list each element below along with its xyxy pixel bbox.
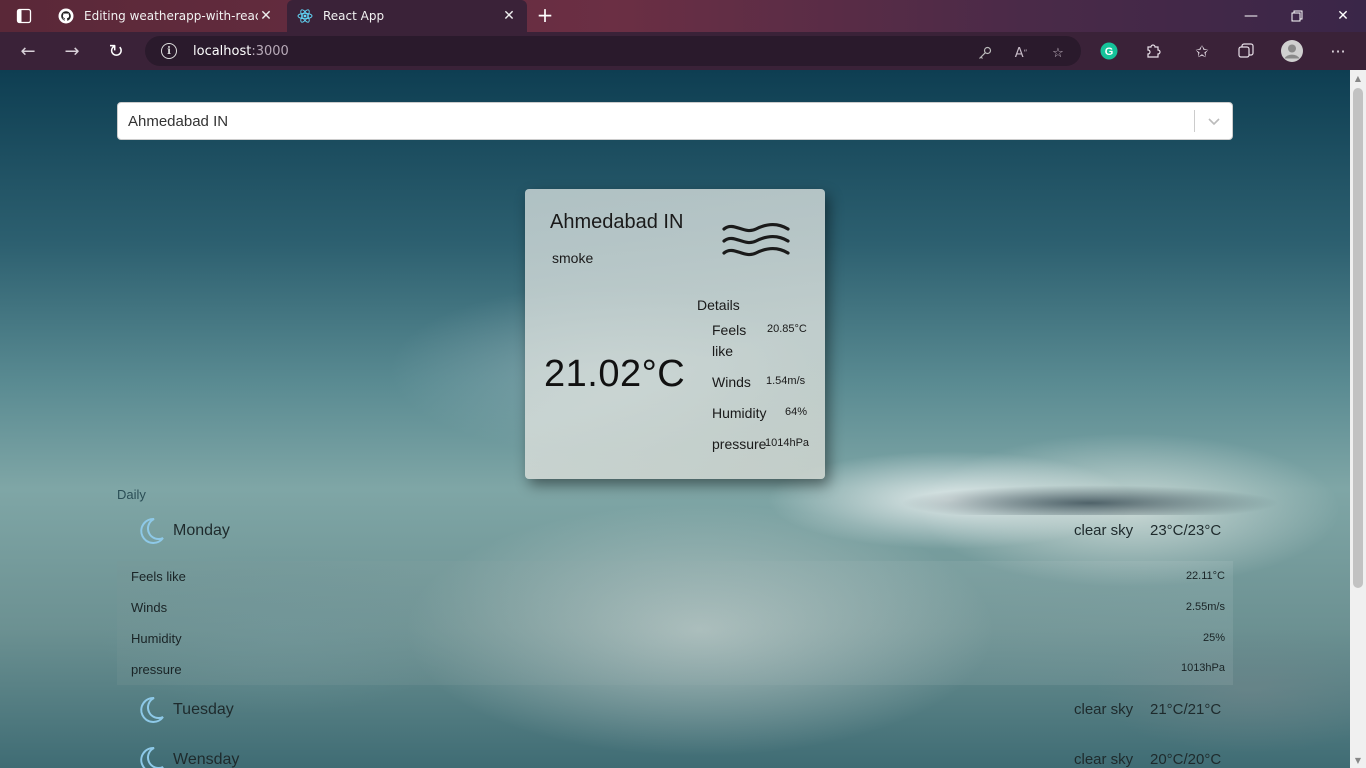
current-weather-card: Ahmedabad IN smoke 21.02°C Details Feels… (525, 189, 825, 479)
day-sky: clear sky (1074, 751, 1134, 768)
forward-arrow-icon: → (64, 40, 80, 62)
daily-detail-label-feels-like: Feels like (131, 569, 186, 584)
grammarly-icon: G (1100, 42, 1118, 60)
avatar-icon (1281, 40, 1303, 62)
daily-item-monday[interactable]: Monday clear sky 23°C/23°C (117, 511, 1233, 551)
close-window-button[interactable]: ✕ (1320, 0, 1366, 32)
close-icon: ✕ (1337, 8, 1349, 24)
extensions-button[interactable] (1141, 39, 1165, 63)
tab-actions-icon (16, 8, 32, 24)
daily-detail-label-humidity: Humidity (131, 631, 182, 646)
tab-title: Editing weatherapp-with-reactjs/ (84, 9, 258, 23)
tab-title: React App (323, 9, 385, 23)
restore-button[interactable] (1274, 0, 1320, 32)
scroll-up-icon[interactable]: ▲ (1350, 70, 1366, 86)
current-city: Ahmedabad IN (550, 211, 684, 233)
day-temp-range: 20°C/20°C (1150, 751, 1222, 768)
tab-github[interactable]: Editing weatherapp-with-reactjs/ ✕ (48, 0, 284, 32)
scroll-down-icon[interactable]: ▼ (1350, 752, 1366, 768)
day-name: Tuesday (173, 701, 234, 718)
svg-text:G: G (1105, 46, 1114, 58)
daily-heading: Daily (117, 487, 146, 502)
detail-value-feels-like: 20.85°C (767, 323, 807, 335)
daily-item-wensday[interactable]: Wensday clear sky 20°C/20°C (117, 740, 1233, 768)
day-name: Monday (173, 522, 230, 539)
current-temperature: 21.02°C (544, 353, 686, 395)
browser-toolbar: ← → ↻ i localhost:3000 Aʺ ☆ G ✩ ··· (0, 32, 1366, 70)
chevron-down-icon[interactable] (1195, 103, 1232, 139)
daily-detail-label-winds: Winds (131, 600, 168, 615)
key-icon[interactable] (975, 43, 995, 63)
close-tab-icon[interactable]: ✕ (258, 8, 274, 24)
detail-label-humidity: Humidity (712, 405, 767, 421)
more-options-icon: ··· (1330, 41, 1346, 61)
refresh-icon: ↻ (108, 40, 124, 62)
profile-button[interactable] (1280, 39, 1304, 63)
daily-detail-label-pressure: pressure (131, 662, 182, 677)
detail-label-feels-like: Feels like (712, 322, 747, 359)
day-sky: clear sky (1074, 701, 1134, 718)
day-name: Wensday (173, 751, 240, 768)
daily-detail-value-winds: 2.55m/s (1185, 601, 1225, 613)
daily-item-tuesday[interactable]: Tuesday clear sky 21°C/21°C (117, 690, 1233, 730)
minimize-icon: — (1244, 8, 1258, 24)
scrollbar-thumb[interactable] (1353, 88, 1363, 588)
add-favorite-icon[interactable]: ☆ (1048, 43, 1068, 63)
restore-icon (1291, 10, 1303, 22)
site-info-icon[interactable]: i (161, 43, 177, 59)
puzzle-icon (1147, 44, 1161, 58)
minimize-button[interactable]: — (1228, 0, 1274, 32)
new-tab-button[interactable]: + (533, 4, 557, 28)
url-text: localhost:3000 (193, 43, 289, 59)
address-bar[interactable]: i localhost:3000 Aʺ ☆ (145, 36, 1081, 66)
city-search-value: Ahmedabad IN (128, 112, 229, 130)
smoke-icon (721, 222, 791, 267)
day-temp-range: 21°C/21°C (1150, 701, 1222, 718)
moon-icon (137, 517, 165, 549)
daily-detail-value-humidity: 25% (1202, 632, 1225, 644)
detail-value-winds: 1.54m/s (766, 375, 806, 387)
browser-tab-bar: Editing weatherapp-with-reactjs/ ✕ React… (0, 0, 1366, 32)
current-description: smoke (552, 250, 594, 266)
city-search-select[interactable]: Ahmedabad IN (117, 102, 1233, 140)
back-button[interactable]: ← (14, 38, 42, 64)
tab-actions-button[interactable] (8, 4, 40, 28)
close-tab-icon[interactable]: ✕ (501, 8, 517, 24)
collections-button[interactable] (1234, 39, 1258, 63)
favorites-button[interactable]: ✩ (1190, 39, 1214, 63)
read-aloud-icon[interactable]: Aʺ (1011, 43, 1031, 63)
react-icon (297, 8, 313, 24)
grammarly-extension-button[interactable]: G (1097, 39, 1121, 63)
daily-details-panel: Feels like 22.11°C Winds 2.55m/s Humidit… (117, 561, 1233, 685)
detail-value-pressure: 1014hPa (765, 437, 810, 449)
moon-icon (137, 696, 165, 728)
tab-react-app[interactable]: React App ✕ (287, 0, 527, 32)
collections-icon (1238, 43, 1254, 58)
github-icon (58, 8, 74, 24)
daily-detail-value-pressure: 1013hPa (1180, 662, 1225, 674)
daily-detail-value-feels-like: 22.11°C (1185, 570, 1225, 582)
forward-button[interactable]: → (58, 38, 86, 64)
page-viewport: Ahmedabad IN Ahmedabad IN smoke 21.02°C … (0, 70, 1350, 768)
detail-label-pressure: pressure (712, 436, 767, 452)
moon-icon (137, 746, 165, 768)
refresh-button[interactable]: ↻ (102, 38, 130, 64)
favorites-icon: ✩ (1195, 41, 1209, 61)
settings-menu-button[interactable]: ··· (1326, 39, 1350, 63)
day-temp-range: 23°C/23°C (1150, 522, 1222, 539)
back-arrow-icon: ← (20, 40, 36, 62)
day-sky: clear sky (1074, 522, 1134, 539)
details-heading: Details (697, 297, 740, 313)
detail-label-winds: Winds (712, 374, 751, 390)
vertical-scrollbar[interactable]: ▲ ▼ (1350, 70, 1366, 768)
detail-value-humidity: 64% (785, 406, 808, 418)
